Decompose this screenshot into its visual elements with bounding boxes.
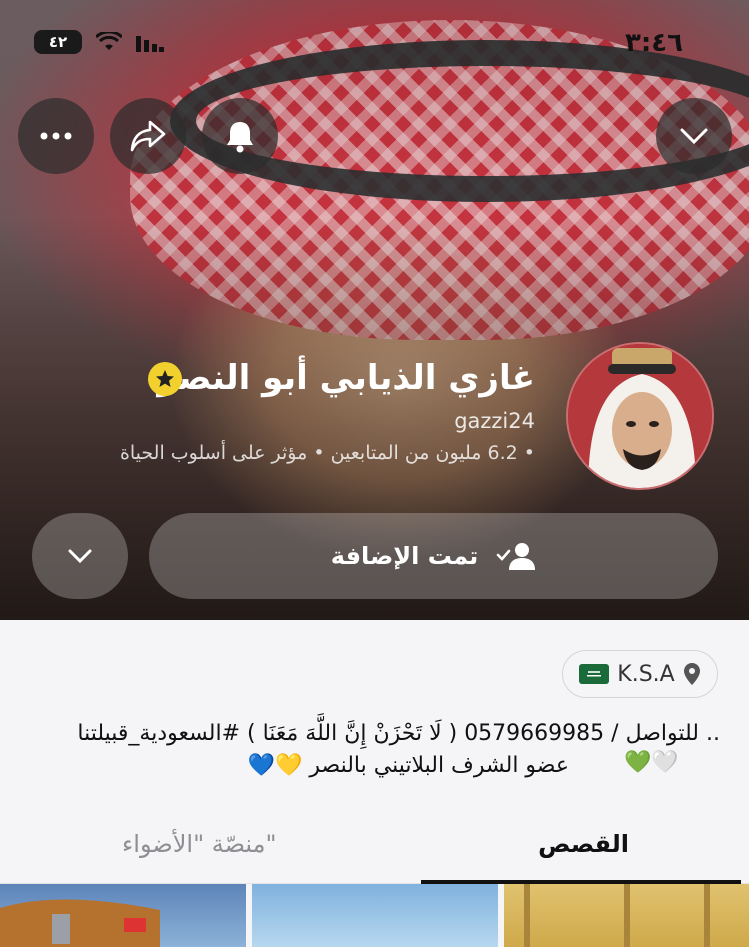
avatar-image [568, 344, 712, 488]
added-friend-button[interactable]: تمت الإضافة [149, 513, 718, 599]
location-chip[interactable]: K.S.A [562, 650, 718, 698]
profile-tabs: القصص منصّة "الأضواء" [0, 800, 749, 884]
profile-avatar[interactable] [566, 342, 714, 490]
star-badge-icon [148, 362, 182, 396]
profile-meta: • 6.2 مليون من المتابعين • مؤثر على أسلو… [119, 442, 535, 464]
chevron-down-icon [68, 549, 92, 563]
battery-icon: ٤٢ [34, 30, 82, 54]
person-check-icon [496, 543, 536, 570]
chevron-down-icon [680, 128, 708, 145]
notification-bell-button[interactable] [202, 98, 278, 174]
collapse-button[interactable] [656, 98, 732, 174]
story-thumbnail[interactable] [0, 884, 246, 947]
more-menu-button[interactable] [18, 98, 94, 174]
thumbnail-image [524, 884, 710, 947]
profile-display-name: غازي الذيابي أبو النصر [157, 358, 535, 398]
thumbnail-image [0, 899, 160, 947]
more-options-button[interactable] [32, 513, 128, 599]
bio-line-2: عضو الشرف البلاتيني بالنصر 💛💙 [247, 753, 569, 778]
added-label: تمت الإضافة [330, 542, 479, 570]
story-thumbnail[interactable] [504, 884, 749, 947]
signal-icon [136, 36, 164, 52]
tab-spotlight[interactable]: منصّة "الأضواء" [122, 830, 277, 858]
saudi-flag-icon [579, 664, 610, 684]
tab-stories[interactable]: القصص [538, 830, 629, 858]
bell-icon [227, 122, 253, 153]
story-thumbnail[interactable] [252, 884, 498, 947]
share-button[interactable] [110, 98, 186, 174]
status-icons: ٤٢ [34, 30, 164, 54]
wifi-icon [96, 32, 122, 50]
location-pin-icon [683, 663, 700, 685]
share-icon [130, 120, 166, 152]
status-time: ٣:٤٦ [624, 28, 683, 58]
bio-line-1: .. للتواصل / 0579669985 ( لَا تَحْزَنْ إ… [77, 721, 720, 746]
ellipsis-icon [40, 132, 72, 140]
bio-hearts: 💚🤍 [624, 750, 679, 775]
location-label: K.S.A [617, 661, 675, 687]
profile-username: gazzi24 [454, 409, 535, 433]
